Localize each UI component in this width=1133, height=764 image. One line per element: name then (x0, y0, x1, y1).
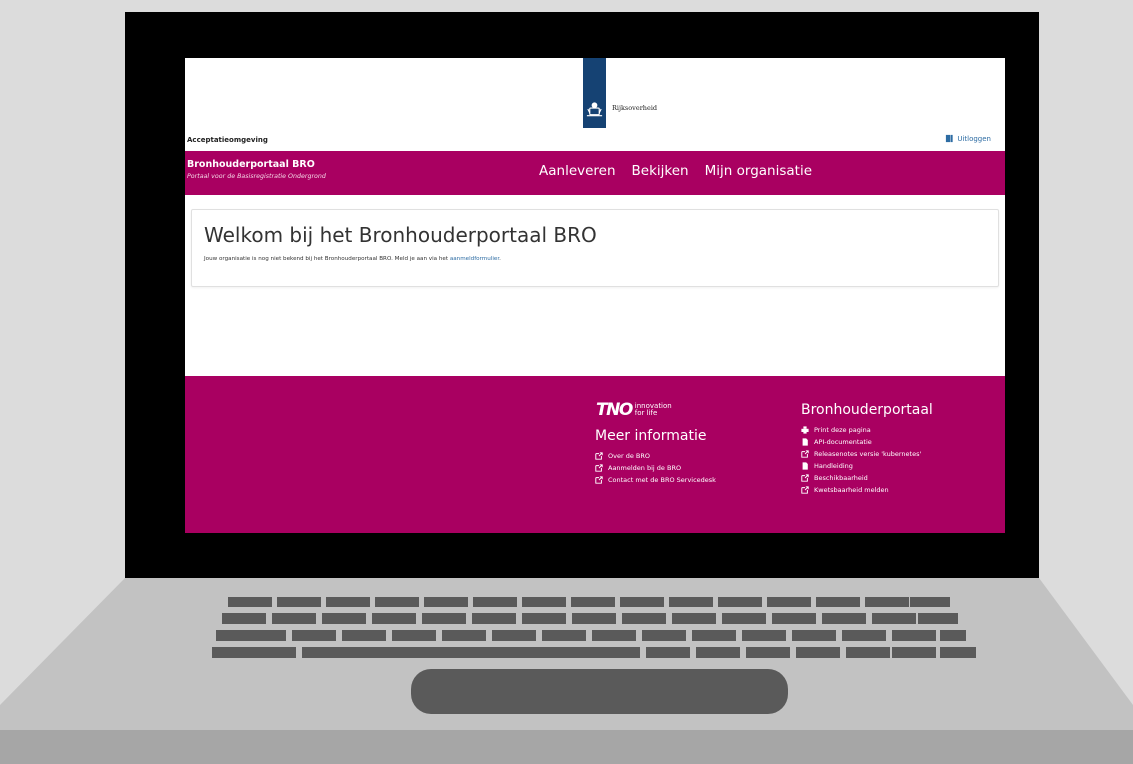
footer-link-kwetsbaarheid[interactable]: Kwetsbaarheid melden (801, 484, 933, 496)
nav-item-bekijken[interactable]: Bekijken (632, 163, 689, 179)
welcome-text: Jouw organisatie is nog niet bekend bij … (204, 256, 450, 262)
logout-link[interactable]: Uitloggen (945, 134, 991, 143)
external-link-icon (595, 476, 603, 484)
footer-col-bronhouderportaal: Bronhouderportaal Print deze pagina API-… (801, 402, 933, 496)
brand[interactable]: Bronhouderportaal BRO Portaal voor de Ba… (187, 159, 326, 180)
welcome-suffix: . (499, 256, 501, 262)
trackpad (411, 669, 788, 714)
nav-item-mijn-organisatie[interactable]: Mijn organisatie (705, 163, 812, 179)
rijksoverheid-logo[interactable] (583, 58, 606, 128)
nav-item-aanleveren[interactable]: Aanleveren (539, 163, 616, 179)
file-icon (802, 462, 808, 470)
external-link-icon (595, 464, 603, 472)
logout-icon (946, 134, 953, 143)
coat-of-arms-icon (586, 102, 603, 117)
brand-title: Bronhouderportaal BRO (187, 159, 315, 170)
external-link-icon (801, 474, 809, 482)
footer-link-handleiding[interactable]: Handleiding (801, 460, 933, 472)
footer: TNO innovation for life Meer informatie O… (185, 376, 1005, 533)
tno-tagline: innovation for life (635, 403, 672, 417)
environment-label: Acceptatieomgeving (187, 136, 268, 144)
registration-form-link[interactable]: aanmeldformulier (450, 256, 499, 262)
external-link-icon (801, 450, 809, 458)
tno-tagline-line2: for life (634, 409, 658, 417)
external-link-icon (595, 452, 603, 460)
welcome-message: Jouw organisatie is nog niet bekend bij … (204, 256, 501, 262)
gov-name: Rijksoverheid (612, 104, 658, 112)
footer-link-releasenotes[interactable]: Releasenotes versie 'kubernetes' (801, 448, 933, 460)
logout-label: Uitloggen (957, 134, 991, 143)
tno-logo[interactable]: TNO innovation for life (596, 400, 672, 420)
nav-menu: Aanleveren Bekijken Mijn organisatie (539, 163, 812, 179)
footer-link-servicedesk[interactable]: Contact met de BRO Servicedesk (595, 474, 716, 486)
tno-mark: TNO (596, 400, 633, 420)
footer-heading-bronhouderportaal: Bronhouderportaal (801, 402, 933, 418)
footer-col-meer-informatie: Meer informatie Over de BRO Aanmelden bi… (595, 428, 716, 486)
welcome-card: Welkom bij het Bronhouderportaal BRO Jou… (191, 209, 999, 287)
brand-subtitle: Portaal voor de Basisregistratie Ondergr… (187, 173, 326, 180)
print-icon (801, 426, 809, 434)
footer-link-print[interactable]: Print deze pagina (801, 424, 933, 436)
external-link-icon (801, 486, 809, 494)
footer-link-aanmelden[interactable]: Aanmelden bij de BRO (595, 462, 716, 474)
footer-link-beschikbaarheid[interactable]: Beschikbaarheid (801, 472, 933, 484)
footer-link-over-bro[interactable]: Over de BRO (595, 450, 716, 462)
browser-screen: Rijksoverheid Acceptatieomgeving Uitlogg… (185, 58, 1005, 533)
footer-link-api-docs[interactable]: API-documentatie (801, 436, 933, 448)
footer-heading-meer-informatie: Meer informatie (595, 428, 707, 444)
file-icon (802, 438, 808, 446)
page-title: Welkom bij het Bronhouderportaal BRO (204, 223, 597, 247)
main-navbar: Bronhouderportaal BRO Portaal voor de Ba… (185, 151, 1005, 195)
